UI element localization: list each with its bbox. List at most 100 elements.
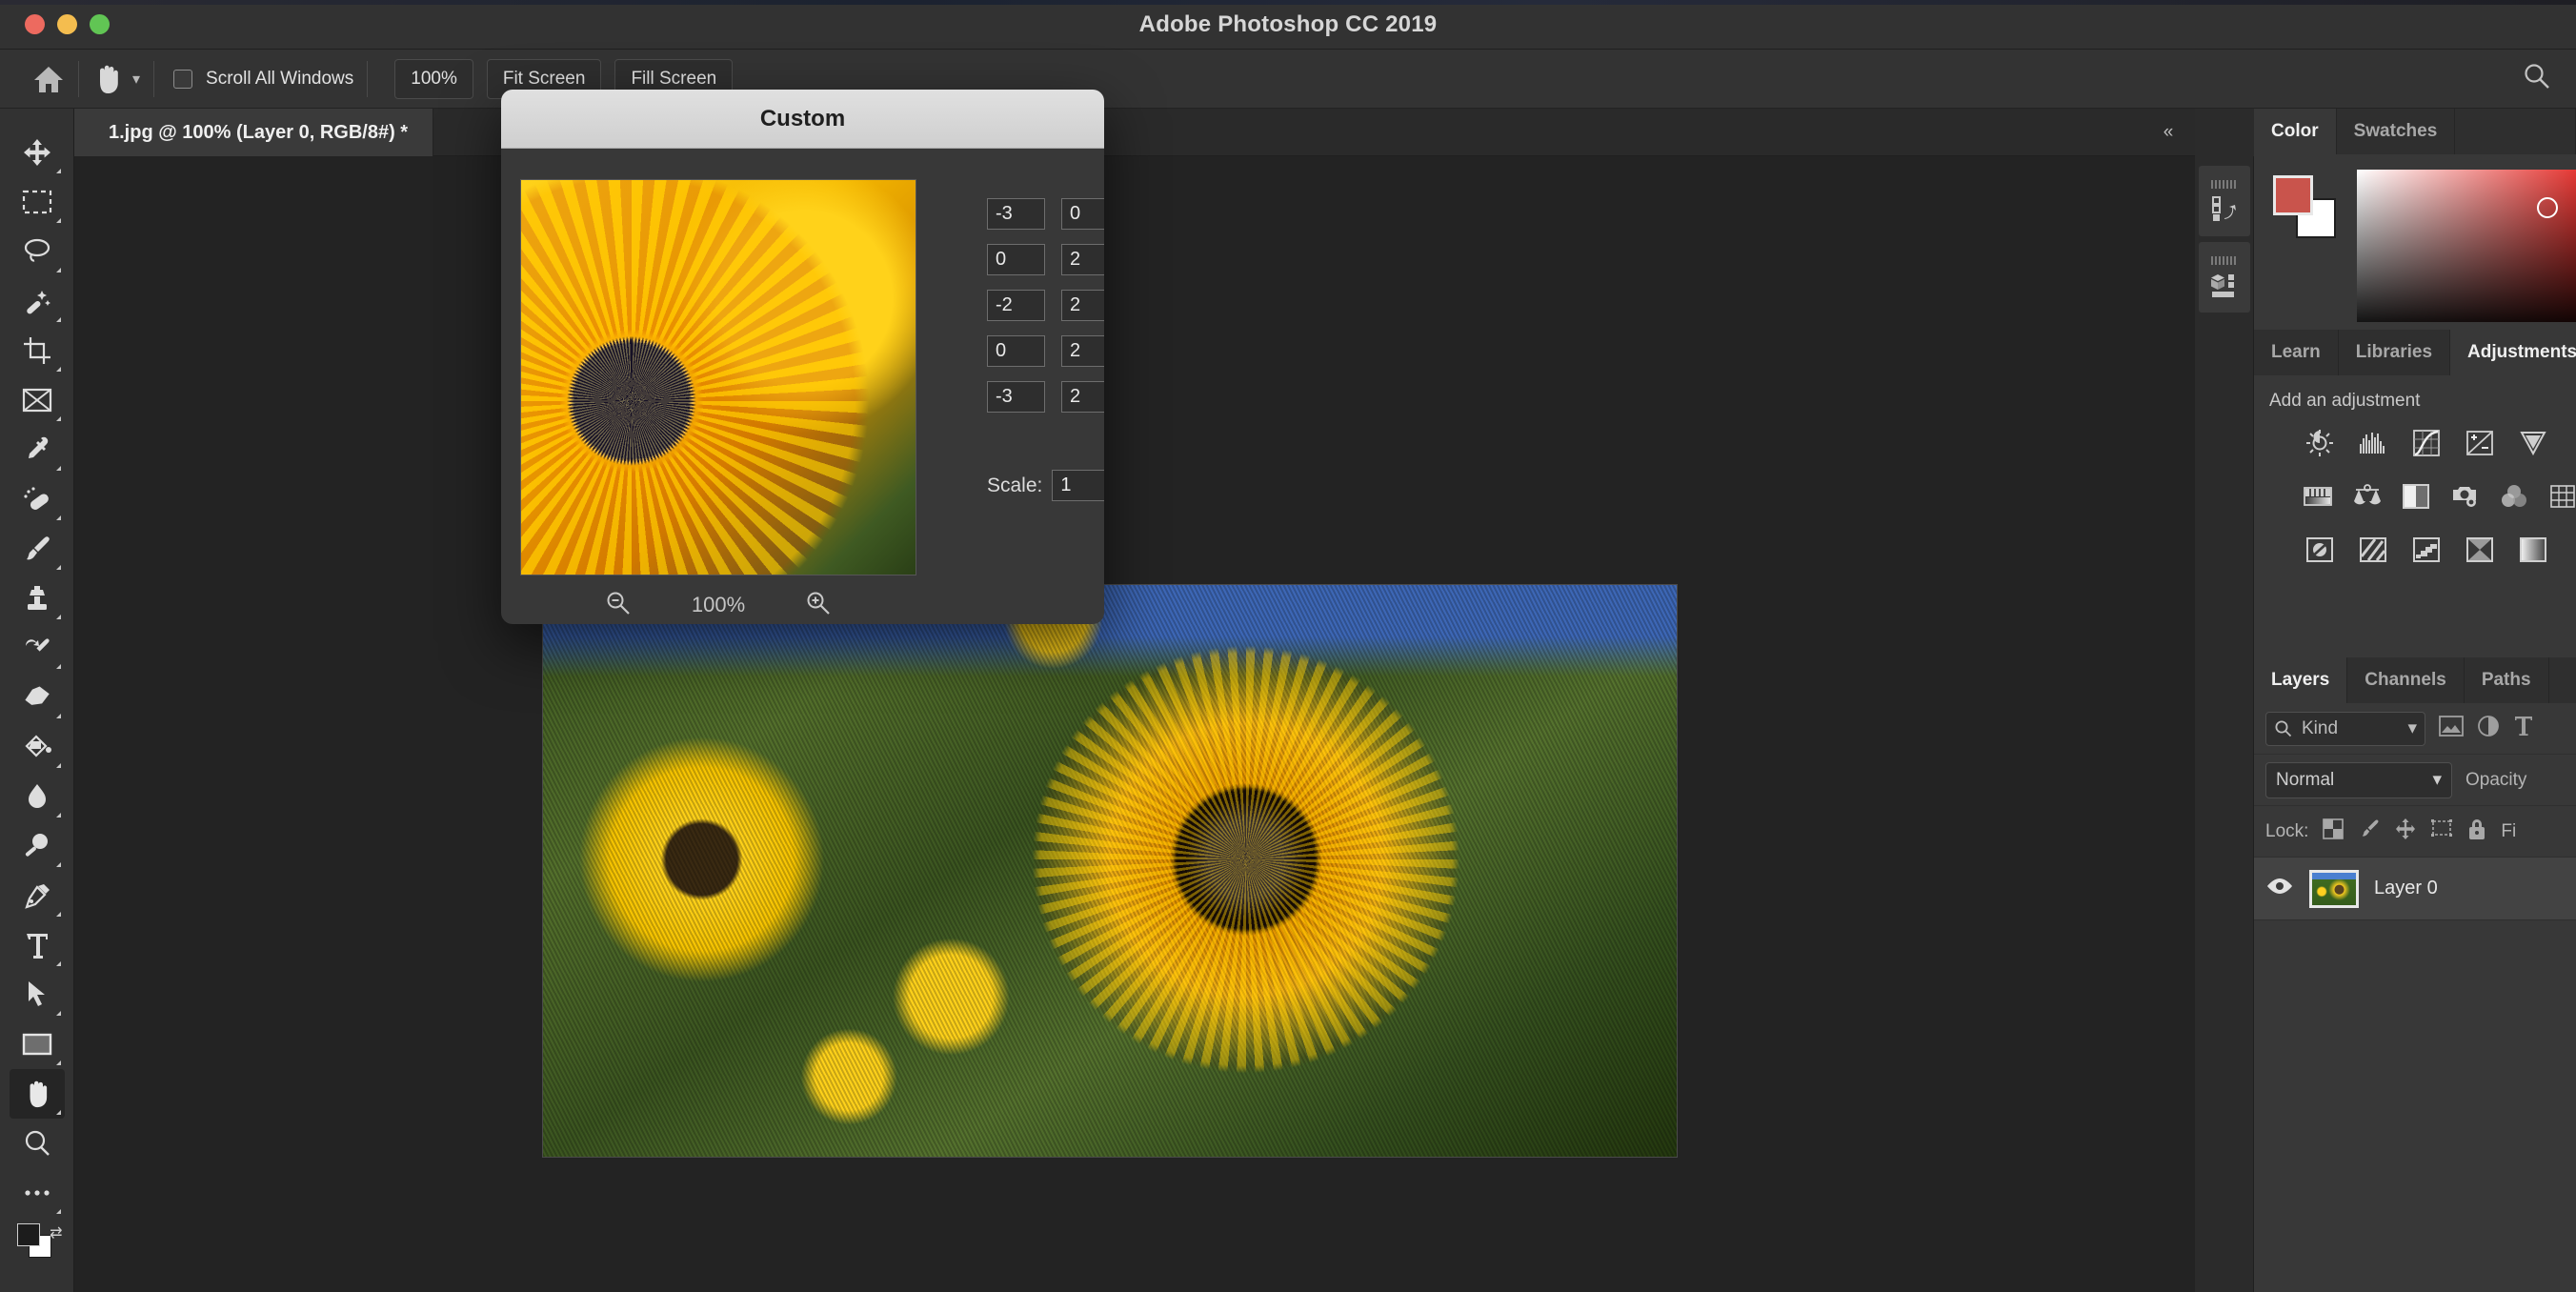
lock-image-icon[interactable]	[2358, 818, 2381, 845]
dodge-tool[interactable]	[10, 821, 65, 871]
hand-tool[interactable]	[9, 1069, 65, 1119]
gradient-tool[interactable]	[10, 722, 65, 772]
color-picker-field[interactable]	[2357, 170, 2576, 322]
vibrance-icon[interactable]	[2517, 427, 2549, 459]
hue-saturation-icon[interactable]	[2304, 480, 2332, 513]
brightness-contrast-icon[interactable]	[2304, 427, 2336, 459]
window-controls[interactable]	[25, 14, 110, 34]
swap-colors-icon[interactable]: ⇄	[50, 1223, 62, 1242]
gradient-map-icon[interactable]	[2464, 534, 2496, 566]
scale-input[interactable]: 1	[1052, 470, 1104, 501]
brush-tool[interactable]	[10, 524, 65, 574]
selective-color-icon[interactable]	[2517, 534, 2549, 566]
custom-filter-dialog[interactable]: Custom 100% -3000-302220-22-52-202220-32…	[501, 90, 1104, 624]
document-tab[interactable]: close-icon 1.jpg @ 100% (Layer 0, RGB/8#…	[74, 109, 434, 156]
frame-tool[interactable]	[10, 375, 65, 425]
matrix-cell-2-0[interactable]: -2	[987, 290, 1045, 321]
matrix-cell-3-0[interactable]: 0	[987, 335, 1045, 367]
black-white-icon[interactable]	[2403, 480, 2430, 513]
image-filter-icon[interactable]	[2439, 716, 2464, 741]
minimize-window-button[interactable]	[57, 14, 77, 34]
matrix-cell-4-0[interactable]: -3	[987, 381, 1045, 413]
maximize-window-button[interactable]	[90, 14, 110, 34]
exposure-icon[interactable]	[2464, 427, 2496, 459]
zoom-tool[interactable]	[10, 1119, 65, 1168]
threshold-icon[interactable]	[2410, 534, 2443, 566]
channel-mixer-icon[interactable]	[2501, 480, 2528, 513]
healing-brush-tool[interactable]	[10, 474, 65, 524]
lock-position-icon[interactable]	[2394, 818, 2417, 845]
eye-icon[interactable]	[2265, 877, 2294, 900]
lock-artboard-icon[interactable]	[2430, 818, 2453, 845]
color-picker-marker[interactable]	[2536, 196, 2558, 218]
levels-icon[interactable]	[2357, 427, 2389, 459]
history-brush-tool[interactable]	[10, 623, 65, 673]
blend-mode-select[interactable]: Normal ▾	[2265, 761, 2452, 798]
color-swatch-tool[interactable]: ⇄	[10, 1221, 65, 1263]
matrix-cell-0-1[interactable]: 0	[1061, 198, 1104, 230]
properties-panel-icon[interactable]	[2198, 242, 2250, 313]
eraser-tool[interactable]	[10, 673, 65, 722]
lock-transparency-icon[interactable]	[2322, 818, 2345, 845]
matrix-cell-1-1[interactable]: 2	[1061, 244, 1104, 275]
tab-swatches[interactable]: Swatches	[2336, 109, 2456, 154]
tab-layers[interactable]: Layers	[2254, 657, 2348, 703]
filter-preview-image[interactable]	[520, 179, 916, 575]
eyedropper-tool[interactable]	[10, 425, 65, 474]
convolution-matrix[interactable]: -3000-302220-22-52-202220-3222-3	[987, 198, 1104, 427]
zoom-out-icon[interactable]	[606, 591, 631, 620]
matrix-cell-1-0[interactable]: 0	[987, 244, 1045, 275]
curves-icon[interactable]	[2410, 427, 2443, 459]
tab-channels[interactable]: Channels	[2347, 657, 2465, 703]
history-panel-icon[interactable]	[2198, 166, 2250, 236]
foreground-color-swatch[interactable]	[2273, 175, 2313, 215]
posterize-icon[interactable]	[2357, 534, 2389, 566]
invert-icon[interactable]	[2304, 534, 2336, 566]
path-selection-tool[interactable]	[10, 970, 65, 1019]
adjustment-filter-icon[interactable]	[2477, 715, 2500, 742]
matrix-cell-4-1[interactable]: 2	[1061, 381, 1104, 413]
zoom-in-icon[interactable]	[806, 591, 831, 620]
home-icon[interactable]	[32, 64, 65, 94]
pen-tool[interactable]	[10, 871, 65, 920]
matrix-cell-3-1[interactable]: 2	[1061, 335, 1104, 367]
foreground-color-swatch[interactable]	[16, 1223, 40, 1246]
chevron-down-icon[interactable]: ▾	[132, 70, 140, 89]
clone-stamp-tool[interactable]	[10, 574, 65, 623]
tab-paths[interactable]: Paths	[2464, 657, 2549, 703]
chevron-down-icon[interactable]: ▾	[2407, 717, 2417, 739]
collapse-panels-button[interactable]: «	[2140, 109, 2195, 156]
chevron-down-icon[interactable]: ▾	[2432, 769, 2442, 791]
zoom-100-button[interactable]: 100%	[394, 58, 473, 99]
lock-all-icon[interactable]	[2466, 817, 2487, 846]
marquee-tool[interactable]	[10, 177, 65, 227]
kind-filter-select[interactable]: Kind ▾	[2265, 711, 2425, 746]
matrix-cell-0-0[interactable]: -3	[987, 198, 1045, 230]
photo-filter-icon[interactable]	[2451, 480, 2480, 513]
layer-thumbnail[interactable]	[2309, 869, 2359, 908]
move-tool[interactable]	[10, 128, 65, 177]
color-lookup-icon[interactable]	[2548, 480, 2576, 513]
active-tool-chip[interactable]: ▾	[92, 63, 140, 95]
type-tool[interactable]	[10, 920, 65, 970]
tab-color[interactable]: Color	[2254, 109, 2337, 154]
close-window-button[interactable]	[25, 14, 45, 34]
tab-libraries[interactable]: Libraries	[2338, 330, 2451, 375]
shape-tool[interactable]	[10, 1019, 65, 1069]
checkbox-box[interactable]	[173, 69, 193, 89]
tab-learn[interactable]: Learn	[2254, 330, 2339, 375]
layer-row[interactable]: Layer 0	[2254, 858, 2576, 920]
magic-wand-tool[interactable]	[10, 276, 65, 326]
document-canvas-image[interactable]	[543, 585, 1677, 1157]
matrix-cell-2-1[interactable]: 2	[1061, 290, 1104, 321]
crop-tool[interactable]	[10, 326, 65, 375]
blur-tool[interactable]	[10, 772, 65, 821]
tab-adjustments[interactable]: Adjustments	[2450, 330, 2576, 375]
color-balance-icon[interactable]	[2353, 480, 2382, 513]
canvas-area[interactable]	[74, 156, 2195, 1292]
text-filter-icon[interactable]	[2513, 715, 2534, 742]
more-tools[interactable]	[10, 1168, 65, 1218]
lasso-tool[interactable]	[10, 227, 65, 276]
search-icon[interactable]	[2523, 62, 2551, 95]
scroll-all-windows-checkbox[interactable]: Scroll All Windows	[173, 69, 353, 90]
